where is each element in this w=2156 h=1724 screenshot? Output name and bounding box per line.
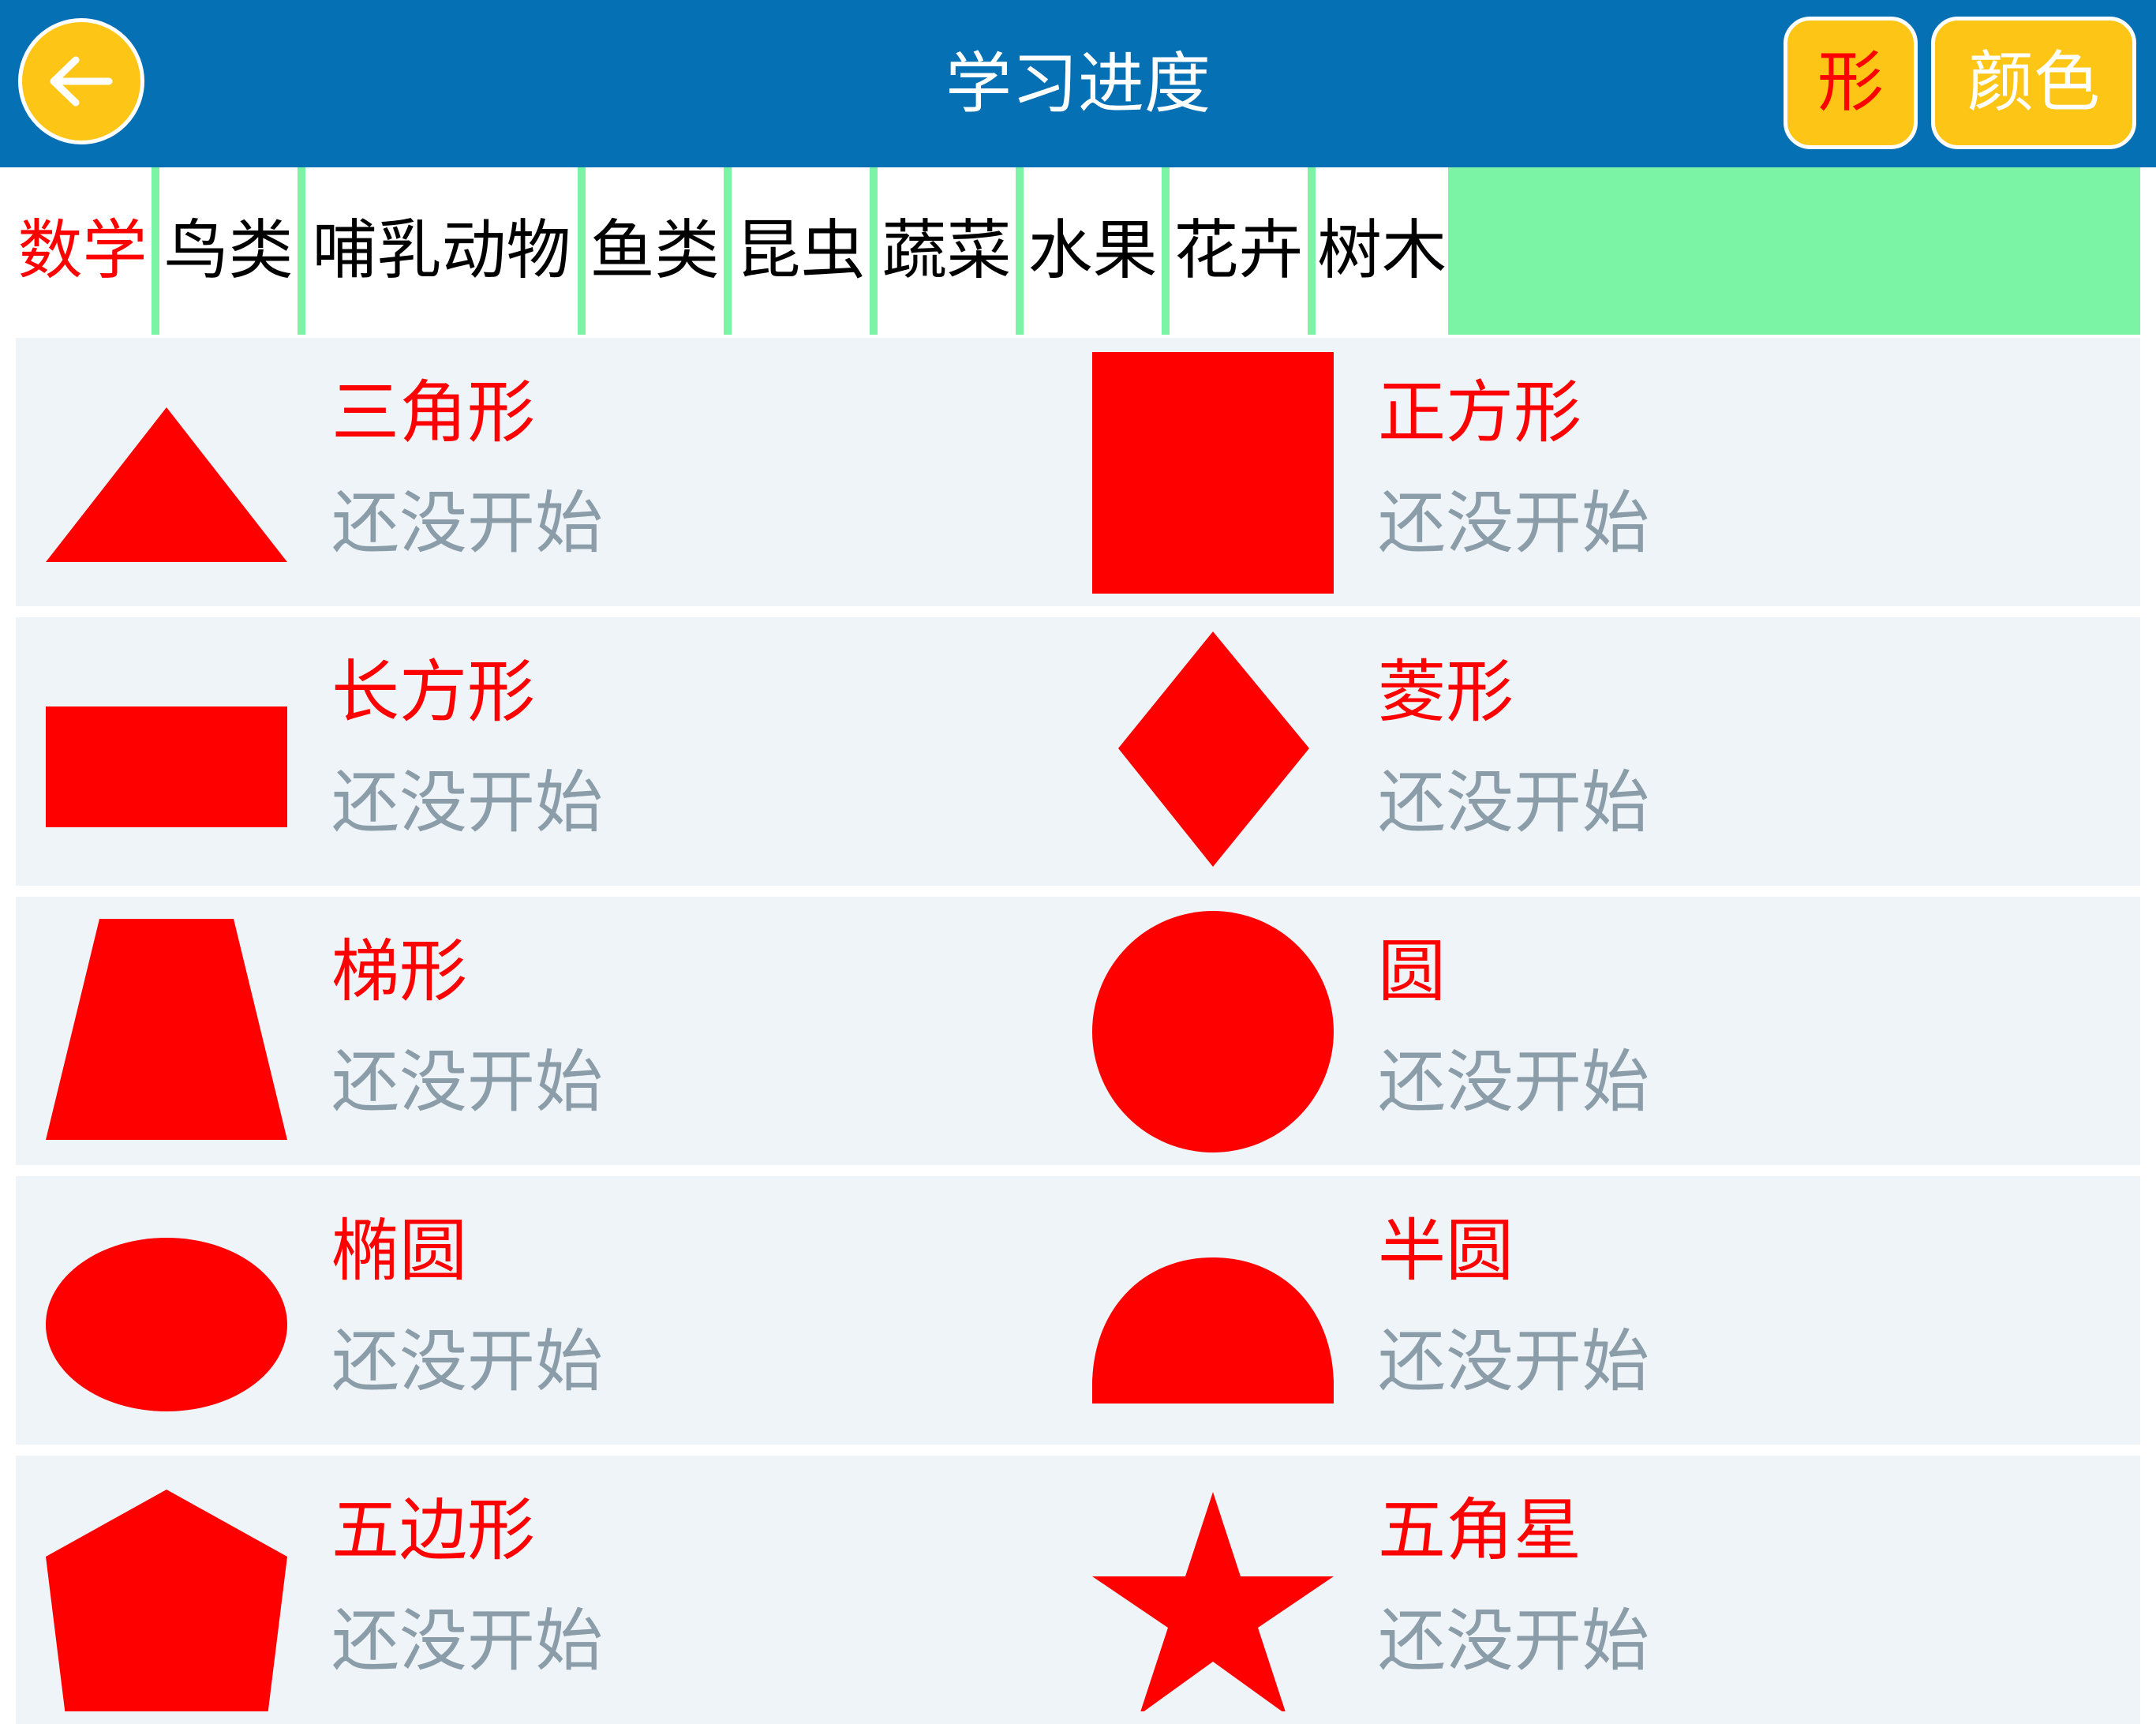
progress-status: 还没开始 (331, 763, 603, 842)
tab-birds[interactable]: 鸟类 (159, 167, 298, 335)
shape-row: 五边形 还没开始 五角星 还没开始 (16, 1456, 2140, 1724)
shape-item-pentagon[interactable]: 五边形 还没开始 (16, 1456, 1078, 1724)
shape-item-circle[interactable]: 圆 还没开始 (1078, 897, 2140, 1165)
shape-item-ellipse[interactable]: 椭圆 还没开始 (16, 1176, 1078, 1445)
tab-divider (578, 167, 586, 335)
shape-item-semicircle[interactable]: 半圆 还没开始 (1078, 1176, 2140, 1445)
shape-row: 椭圆 还没开始 半圆 还没开始 (16, 1176, 2140, 1445)
triangle-icon (46, 407, 287, 562)
progress-status: 还没开始 (1378, 1322, 1649, 1401)
shape-name: 五边形 (331, 1491, 535, 1570)
tab-divider (1016, 167, 1024, 335)
tab-flowers[interactable]: 花卉 (1170, 167, 1308, 335)
square-icon (1092, 352, 1334, 594)
tab-vegetables[interactable]: 蔬菜 (878, 167, 1016, 335)
progress-status: 还没开始 (1378, 484, 1649, 563)
color-mode-button[interactable]: 颜色 (1931, 17, 2136, 149)
progress-status: 还没开始 (331, 1043, 603, 1122)
ellipse-icon (46, 1238, 287, 1411)
tab-insects[interactable]: 昆虫 (732, 167, 870, 335)
tab-divider (1162, 167, 1170, 335)
back-arrow-icon (50, 56, 113, 107)
shape-name: 长方形 (331, 653, 535, 732)
top-bar: 学习进度 形状 颜色 (0, 0, 2156, 244)
tab-divider (870, 167, 878, 335)
tab-fish[interactable]: 鱼类 (586, 167, 724, 335)
shape-item-trapezoid[interactable]: 梯形 还没开始 (16, 897, 1078, 1165)
shape-row: 梯形 还没开始 圆 还没开始 (16, 897, 2140, 1165)
trapezoid-icon (46, 919, 287, 1140)
shape-name: 菱形 (1378, 653, 1514, 732)
progress-status: 还没开始 (1378, 1043, 1649, 1122)
shape-row: 长方形 还没开始 菱形 还没开始 (16, 617, 2140, 886)
star-icon (1092, 1492, 1334, 1711)
tab-math[interactable]: 数学 (13, 167, 152, 335)
shape-item-rectangle[interactable]: 长方形 还没开始 (16, 617, 1078, 886)
rhombus-icon (1118, 632, 1309, 867)
shape-name: 梯形 (331, 932, 467, 1011)
shape-name: 椭圆 (331, 1212, 467, 1291)
shape-item-rhombus[interactable]: 菱形 还没开始 (1078, 617, 2140, 886)
circle-icon (1092, 911, 1334, 1152)
progress-status: 还没开始 (331, 1322, 603, 1401)
tab-fruits[interactable]: 水果 (1024, 167, 1162, 335)
back-button[interactable] (18, 18, 144, 144)
tab-mammals[interactable]: 哺乳动物 (305, 167, 578, 335)
pentagon-icon (46, 1490, 287, 1711)
shape-item-square[interactable]: 正方形 还没开始 (1078, 338, 2140, 606)
rectangle-icon (46, 706, 287, 827)
progress-status: 还没开始 (331, 1602, 603, 1681)
shape-name: 半圆 (1378, 1212, 1514, 1291)
progress-status: 还没开始 (1378, 1602, 1649, 1681)
tab-divider (724, 167, 732, 335)
shape-name: 正方形 (1378, 373, 1581, 452)
shape-row: 三角形 还没开始 正方形 还没开始 (16, 338, 2140, 606)
progress-status: 还没开始 (331, 484, 603, 563)
tab-bar-filler (1448, 167, 2140, 335)
shape-name: 圆 (1378, 932, 1446, 1011)
progress-status: 还没开始 (1378, 763, 1649, 842)
tab-divider (298, 167, 305, 335)
semicircle-icon (1092, 1257, 1334, 1404)
tab-divider (1308, 167, 1316, 335)
tab-divider (152, 167, 159, 335)
shape-name: 五角星 (1378, 1491, 1581, 1570)
tab-trees[interactable]: 树木 (1316, 167, 1448, 335)
shape-item-triangle[interactable]: 三角形 还没开始 (16, 338, 1078, 606)
shape-mode-button[interactable]: 形状 (1784, 17, 1918, 244)
shape-name: 三角形 (331, 373, 535, 452)
shape-item-star[interactable]: 五角星 还没开始 (1078, 1456, 2140, 1724)
category-tab-bar: 数学 鸟类 哺乳动物 鱼类 昆虫 蔬菜 水果 花卉 树木 (0, 167, 2156, 335)
